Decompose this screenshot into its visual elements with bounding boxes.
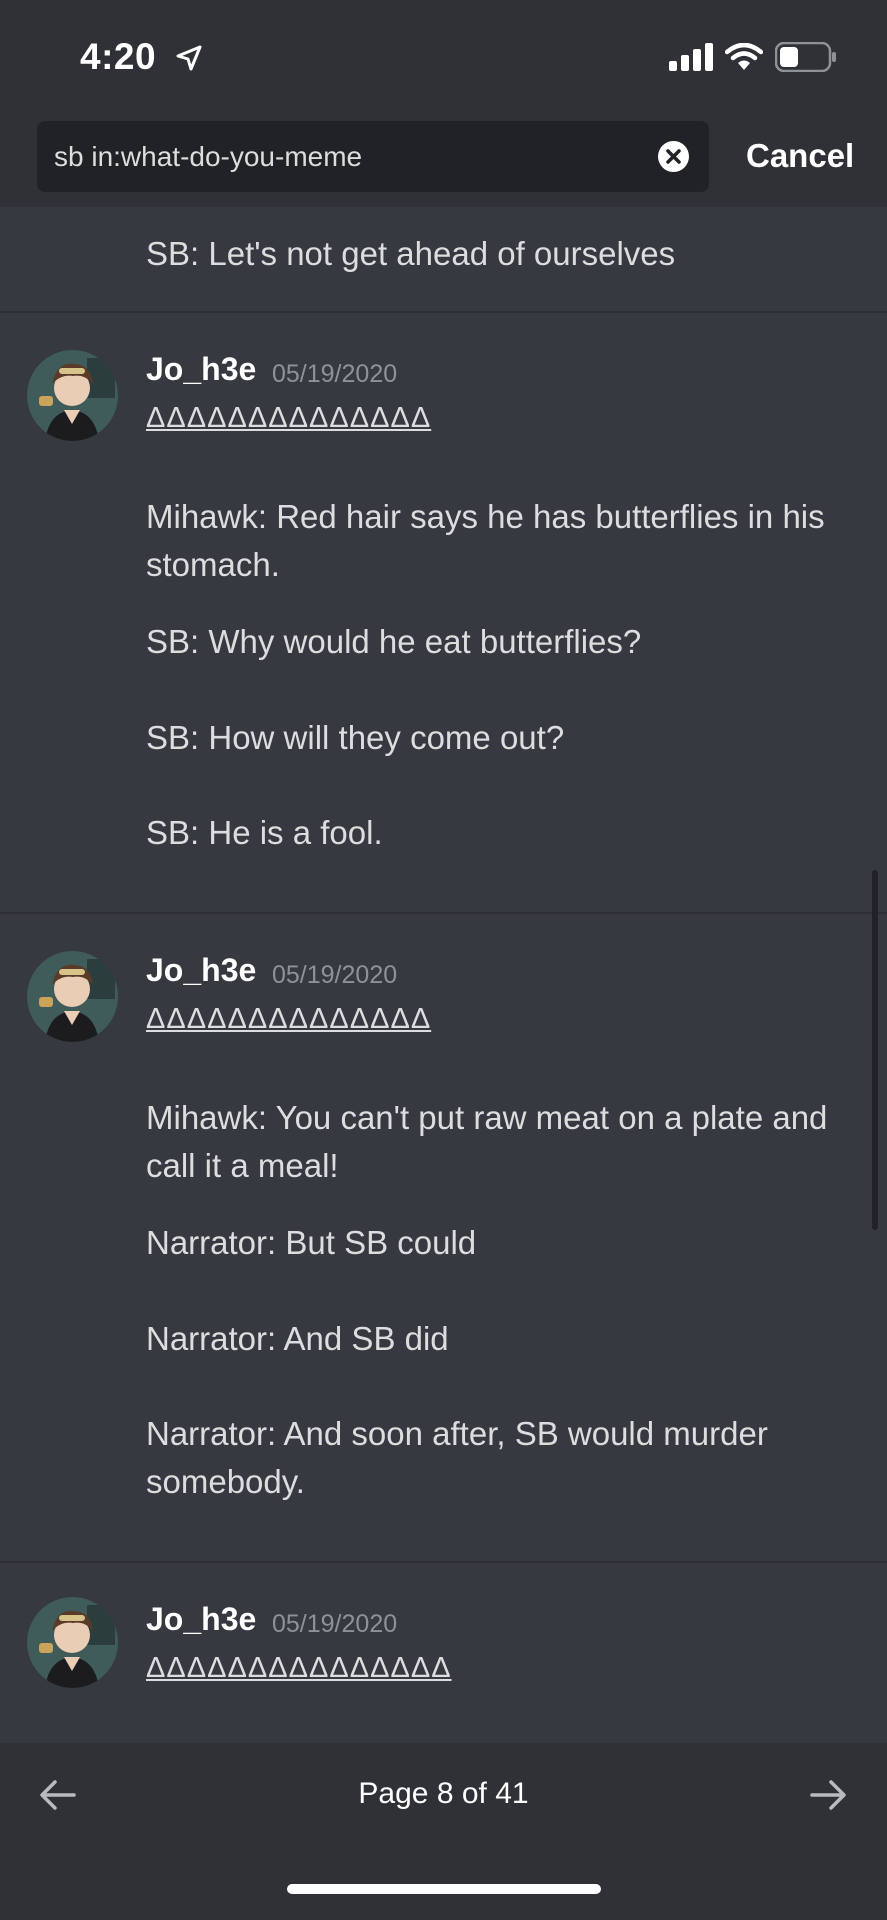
search-result[interactable]: Jo_h3e 05/19/2020 ΔΔΔΔΔΔΔΔΔΔΔΔΔΔ Mihawk:… <box>0 914 887 1563</box>
avatar-image <box>27 350 118 441</box>
battery-icon <box>775 42 836 72</box>
message-line: Mihawk: Red hair says he has butterflies… <box>146 498 825 583</box>
arrow-right-icon[interactable] <box>808 1775 848 1815</box>
wifi-icon <box>725 43 763 70</box>
message-line: Narrator: And soon after, SB would murde… <box>146 1415 768 1500</box>
message-line: Mihawk: You can't put raw meat on a plat… <box>146 1099 828 1184</box>
search-header: 4:20 sb in:what-do-you-meme Cancel <box>0 0 887 207</box>
cancel-button[interactable]: Cancel <box>746 137 854 175</box>
message-date: 05/19/2020 <box>272 961 398 989</box>
message-line: SB: Let's not get ahead of ourselves <box>146 235 676 272</box>
delta-link[interactable]: ΔΔΔΔΔΔΔΔΔΔΔΔΔΔ <box>146 402 431 435</box>
message-date: 05/19/2020 <box>272 1610 398 1638</box>
search-result[interactable]: Jo_h3e 05/19/2020 ΔΔΔΔΔΔΔΔΔΔΔΔΔΔ Mihawk:… <box>0 313 887 914</box>
message-date: 05/19/2020 <box>272 360 398 388</box>
clear-search-button[interactable] <box>658 141 689 172</box>
scrollbar[interactable] <box>872 870 878 1230</box>
message-line: Narrator: And SB did <box>146 1320 449 1357</box>
search-query[interactable]: sb in:what-do-you-meme <box>54 141 362 173</box>
message-line: SB: How will they come out? <box>146 719 565 756</box>
home-indicator[interactable] <box>287 1884 601 1894</box>
avatar[interactable] <box>27 350 118 441</box>
avatar-image <box>27 1597 118 1688</box>
username[interactable]: Jo_h3e <box>146 351 256 388</box>
message-line: Narrator: But SB could <box>146 1224 477 1261</box>
close-icon <box>666 149 681 164</box>
status-icons <box>669 42 837 72</box>
avatar[interactable] <box>27 1597 118 1688</box>
username[interactable]: Jo_h3e <box>146 1601 256 1638</box>
location-arrow-icon <box>176 45 202 71</box>
search-result[interactable]: SB: Let's not get ahead of ourselves <box>0 207 887 313</box>
delta-link[interactable]: ΔΔΔΔΔΔΔΔΔΔΔΔΔΔΔ <box>146 1652 452 1685</box>
message-line: SB: He is a fool. <box>146 814 383 851</box>
username[interactable]: Jo_h3e <box>146 952 256 989</box>
avatar-image <box>27 951 118 1042</box>
delta-link[interactable]: ΔΔΔΔΔΔΔΔΔΔΔΔΔΔ <box>146 1003 431 1036</box>
pagination-bar: Page 8 of 41 <box>0 1743 887 1920</box>
status-time: 4:20 <box>80 36 157 77</box>
search-input[interactable]: sb in:what-do-you-meme <box>37 121 709 192</box>
page-indicator: Page 8 of 41 <box>358 1777 529 1810</box>
signal-icon <box>669 43 713 71</box>
avatar[interactable] <box>27 951 118 1042</box>
message-line: SB: Why would he eat butterflies? <box>146 623 642 660</box>
search-result[interactable]: Jo_h3e 05/19/2020 ΔΔΔΔΔΔΔΔΔΔΔΔΔΔΔ <box>0 1563 887 1743</box>
